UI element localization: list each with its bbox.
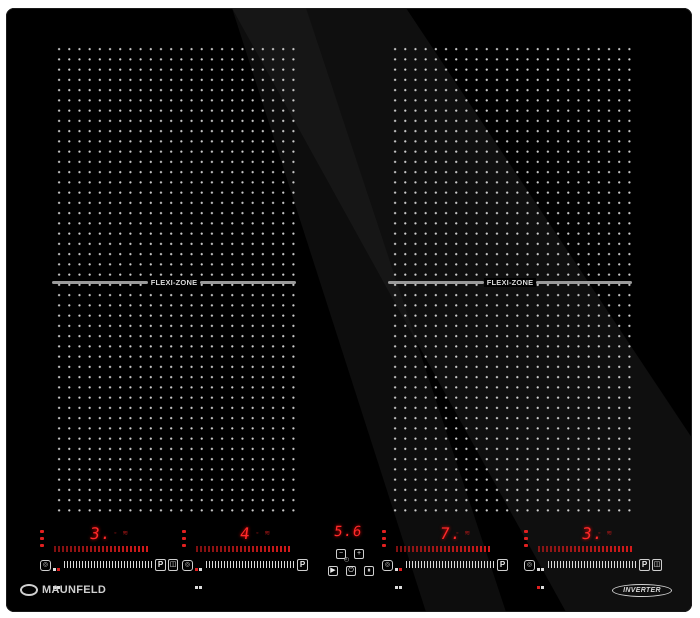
inverter-badge: INVERTER — [612, 584, 672, 597]
zone-select-icon[interactable] — [195, 559, 203, 595]
flexi-line-left — [52, 280, 148, 284]
booster-icon: ◦ ≋ — [456, 530, 473, 537]
zone-indicator-leds — [382, 530, 388, 551]
flexi-zone-right[interactable]: FLEXI-ZONE — [388, 42, 632, 512]
pan-detection-icon[interactable]: ◎ — [524, 560, 535, 571]
burner-control-1: 3. ◦ ≋ ◎ P ◫ — [40, 520, 180, 589]
power-slider[interactable] — [406, 561, 494, 568]
flexi-zone-label: FLEXI-ZONE — [147, 277, 201, 287]
flexi-line-left — [388, 280, 484, 284]
brand-name: MAUNFELD — [42, 584, 107, 596]
power-level-display: 3. — [88, 524, 113, 543]
power-boost-button[interactable]: P — [497, 559, 508, 571]
flexi-line-right — [200, 280, 296, 284]
booster-icon: ◦ ≋ — [114, 530, 131, 537]
flexi-zone-label: FLEXI-ZONE — [483, 277, 537, 287]
power-boost-button[interactable]: P — [297, 559, 308, 571]
booster-icon: ◦ ≋ — [256, 530, 273, 537]
clock-icon: ◴ — [344, 557, 350, 563]
power-slider[interactable] — [206, 561, 294, 568]
zone-indicator-leds — [182, 530, 188, 551]
pan-detection-icon[interactable]: ◎ — [182, 560, 193, 571]
brand-logo: MAUNFELD — [20, 584, 106, 596]
timer-display: 5.6 — [332, 524, 364, 540]
power-boost-button[interactable]: P — [639, 559, 650, 571]
flexi-divider: FLEXI-ZONE — [388, 277, 632, 287]
pan-detection-icon[interactable]: ◎ — [40, 560, 51, 571]
flexi-line-right — [536, 280, 632, 284]
pan-detection-icon[interactable]: ◎ — [382, 560, 393, 571]
power-scale — [396, 546, 490, 552]
pause-button[interactable]: ⏸ — [364, 566, 374, 576]
flexi-zone-left[interactable]: FLEXI-ZONE — [52, 42, 296, 512]
flexi-divider: FLEXI-ZONE — [52, 277, 296, 287]
booster-icon: ◦ ≋ — [598, 530, 615, 537]
timer-plus-button[interactable]: + — [354, 549, 364, 559]
zone-indicator-leds — [524, 530, 530, 551]
power-button[interactable]: ⏻ — [346, 566, 356, 576]
child-lock-icon[interactable]: ◫ — [652, 559, 662, 571]
burner-control-2: 4 ◦ ≋ ◎ P — [182, 520, 322, 589]
power-scale — [196, 546, 290, 552]
zone-select-icon[interactable] — [537, 559, 545, 595]
power-slider[interactable] — [64, 561, 152, 568]
burner-control-3: 7. ◦ ≋ ◎ P — [382, 520, 522, 589]
control-panel: 3. ◦ ≋ ◎ P ◫ 4 ◦ ≋ ◎ P 5.6 − + ◴ ▶ ⏻ ⏸ 7… — [6, 520, 692, 589]
power-slider[interactable] — [548, 561, 636, 568]
induction-hob: FLEXI-ZONE FLEXI-ZONE 3. ◦ ≋ ◎ P ◫ 4 ◦ ≋… — [6, 8, 692, 612]
zone-select-icon[interactable] — [395, 559, 403, 595]
timer-control: 5.6 − + ◴ ▶ ⏻ ⏸ — [324, 520, 374, 580]
timer-icon[interactable]: ◫ — [168, 559, 178, 571]
burner-control-4: 3. ◦ ≋ ◎ P ◫ — [524, 520, 664, 589]
zone-indicator-leds — [40, 530, 46, 551]
power-level-display: 4 — [238, 524, 252, 543]
power-boost-button[interactable]: P — [155, 559, 166, 571]
power-scale — [538, 546, 632, 552]
play-button[interactable]: ▶ — [328, 566, 338, 576]
power-scale — [54, 546, 148, 552]
maunfeld-logo-icon — [20, 584, 38, 596]
